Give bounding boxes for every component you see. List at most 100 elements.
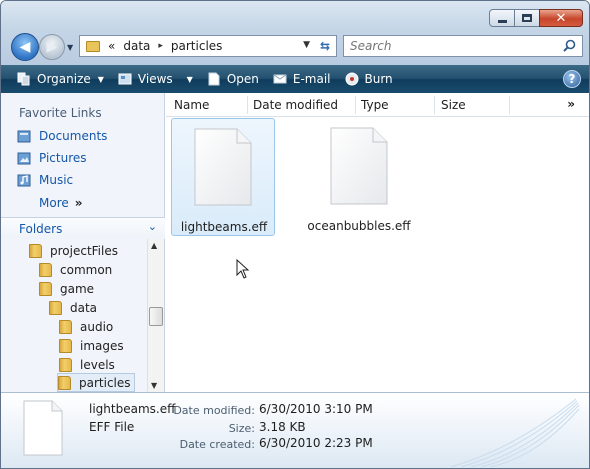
folder-tree-scrollbar[interactable]: ▲ ▼ [147,239,163,392]
column-type[interactable]: Type [361,98,389,112]
command-toolbar: Organize ▼ Views ▼ Open E-mail Burn [1,65,589,93]
search-icon[interactable] [563,39,576,52]
folder-icon [59,319,72,334]
breadcrumb-data[interactable]: data [123,39,150,53]
explorer-window: ✕ ◀ ▶ ▼ « data ▸ particles ▼ ⇆ Organize … [0,0,590,469]
decorative-swoosh-icon [451,398,580,467]
breadcrumb-particles[interactable]: particles [171,39,223,53]
pictures-icon [17,152,31,165]
details-file-type: EFF File [89,420,135,434]
details-date-modified: 6/30/2010 3:10 PM [259,402,373,416]
views-label: Views [137,72,173,86]
minimize-button[interactable] [489,9,515,27]
tree-node-common[interactable]: common [39,260,115,279]
tree-node-images[interactable]: images [59,336,127,355]
tree-node-label: particles [79,375,131,390]
folder-icon [49,300,62,315]
documents-icon [17,130,31,143]
folders-heading: Folders [19,222,63,236]
favorite-link-label: Documents [39,129,108,143]
burn-button[interactable]: Burn [339,65,401,93]
column-size[interactable]: Size [441,98,466,112]
folder-tree: projectFiles common game data audio imag… [1,239,147,392]
tree-node-label: common [60,262,113,277]
help-button[interactable]: ? [563,70,581,88]
favorite-link-documents[interactable]: Documents [17,129,107,143]
details-date-created: 6/30/2010 2:23 PM [259,436,373,450]
more-links-button[interactable]: More » [39,196,83,210]
breadcrumb-separator-icon[interactable]: ▸ [158,41,163,51]
favorite-link-pictures[interactable]: Pictures [17,151,87,165]
email-label: E-mail [292,72,331,86]
recent-pages-dropdown[interactable]: ▼ [67,43,73,52]
tree-node-data[interactable]: data [49,298,100,317]
maximize-icon [522,14,532,22]
column-date-modified[interactable]: Date modified [253,98,338,112]
open-button[interactable]: Open [201,65,267,93]
search-box[interactable] [343,35,583,57]
chevron-down-icon: ⌄ [147,220,157,233]
tree-node-label: audio [80,319,114,334]
details-size: 3.18 KB [259,420,306,434]
file-name: lightbeams.eff [180,220,268,234]
scroll-up-icon[interactable]: ▲ [151,241,157,250]
close-button[interactable]: ✕ [539,9,583,27]
file-name: oceanbubbles.eff [307,219,411,233]
folder-icon [39,281,52,296]
navigation-pane: Favorite Links Documents Pictures Music … [1,93,165,392]
forward-arrow-icon: ▶ [46,39,58,55]
file-item-oceanbubbles[interactable]: oceanbubbles.eff [307,118,411,236]
folder-icon [59,338,72,353]
file-icon [330,127,388,205]
tree-node-audio[interactable]: audio [59,317,116,336]
column-header-row: Name Date modified Type Size » [166,93,589,117]
views-dropdown-icon: ▼ [186,74,193,84]
breadcrumb-overflow[interactable]: « [108,39,115,53]
tree-node-particles[interactable]: particles [57,373,135,392]
details-pane: lightbeams.eff EFF File Date modified: 6… [1,392,589,468]
views-button[interactable]: Views ▼ [112,65,201,93]
more-chevron-icon: » [74,196,83,210]
refresh-button[interactable]: ⇆ [313,35,337,57]
more-label: More [39,196,69,210]
folder-icon [39,262,52,277]
back-button[interactable]: ◀ [11,33,39,61]
file-icon [23,400,63,456]
favorite-link-music[interactable]: Music [17,173,73,187]
folders-header[interactable]: Folders ⌄ [1,217,165,239]
tree-node-label: images [80,338,124,353]
music-icon [17,174,31,187]
tree-node-projectfiles[interactable]: projectFiles [29,241,121,260]
column-name[interactable]: Name [174,98,209,112]
scrollbar-thumb[interactable] [149,307,163,326]
details-date-created-label: Date created: [179,438,255,451]
organize-label: Organize [37,72,91,86]
title-bar: ✕ ◀ ▶ ▼ « data ▸ particles ▼ ⇆ [1,1,589,65]
search-input[interactable] [344,36,554,56]
email-icon [273,74,287,84]
favorite-link-label: Pictures [39,151,87,165]
tree-node-levels[interactable]: levels [59,355,118,374]
organize-button[interactable]: Organize ▼ [11,65,112,93]
forward-button[interactable]: ▶ [39,34,65,60]
column-divider[interactable] [247,96,248,114]
column-divider[interactable] [355,96,356,114]
help-icon: ? [568,72,576,86]
scroll-down-icon[interactable]: ▼ [151,381,157,390]
close-icon: ✕ [555,10,567,26]
maximize-button[interactable] [514,9,540,27]
tree-node-game[interactable]: game [39,279,97,298]
address-bar[interactable]: « data ▸ particles ▼ [79,35,337,57]
file-item-lightbeams[interactable]: lightbeams.eff [171,118,275,236]
folder-icon [58,375,71,390]
column-divider[interactable] [509,96,510,114]
email-button[interactable]: E-mail [267,65,339,93]
details-date-modified-label: Date modified: [173,404,255,417]
folder-icon [29,243,42,258]
folder-icon [86,40,100,52]
favorite-link-label: Music [39,173,74,187]
column-divider[interactable] [434,96,435,114]
address-dropdown-icon[interactable]: ▼ [303,40,310,50]
more-columns-icon[interactable]: » [567,97,575,111]
tree-node-label: data [70,300,98,315]
